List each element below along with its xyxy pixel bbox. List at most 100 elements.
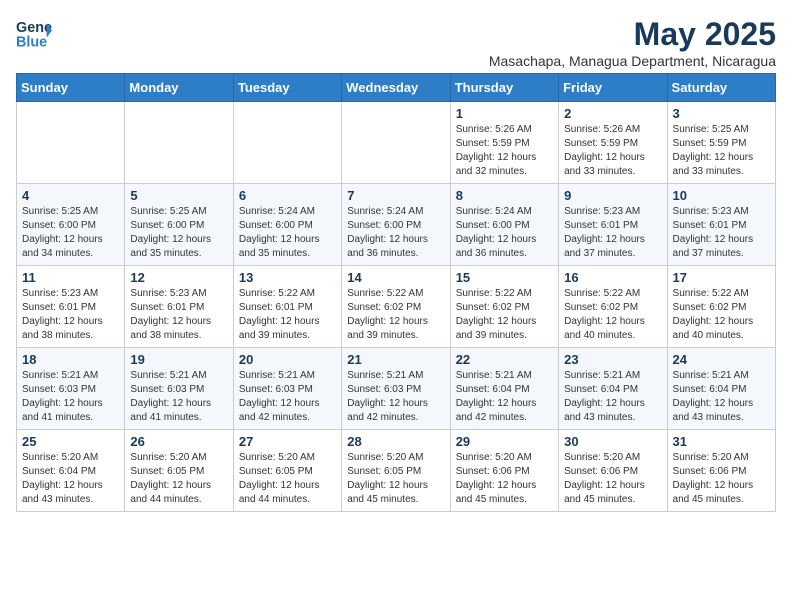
- day-info: Sunrise: 5:21 AM Sunset: 6:04 PM Dayligh…: [673, 369, 770, 425]
- calendar-cell: 16 Sunrise: 5:22 AM Sunset: 6:02 PM Dayli…: [559, 266, 667, 348]
- day-info: Sunrise: 5:21 AM Sunset: 6:03 PM Dayligh…: [347, 369, 444, 425]
- title-block: May 2025 Masachapa, Managua Department, …: [489, 16, 776, 69]
- day-number: 27: [239, 434, 336, 449]
- location-title: Masachapa, Managua Department, Nicaragua: [489, 53, 776, 69]
- week-row-3: 11Sunrise: 5:23 AM Sunset: 6:01 PM Dayli…: [17, 266, 776, 348]
- day-info: Sunrise: 5:21 AM Sunset: 6:03 PM Dayligh…: [239, 369, 336, 425]
- calendar-cell: 19 Sunrise: 5:21 AM Sunset: 6:03 PM Dayli…: [125, 348, 233, 430]
- weekday-header-friday: Friday: [559, 74, 667, 102]
- calendar-cell: 18Sunrise: 5:21 AM Sunset: 6:03 PM Dayli…: [17, 348, 125, 430]
- day-info: Sunrise: 5:25 AM Sunset: 5:59 PM Dayligh…: [673, 123, 770, 179]
- weekday-header-tuesday: Tuesday: [233, 74, 341, 102]
- day-number: 21: [347, 352, 444, 367]
- day-info: Sunrise: 5:24 AM Sunset: 6:00 PM Dayligh…: [239, 205, 336, 261]
- week-row-2: 4 Sunrise: 5:25 AM Sunset: 6:00 PM Daylig…: [17, 184, 776, 266]
- day-number: 19: [130, 352, 227, 367]
- day-info: Sunrise: 5:21 AM Sunset: 6:03 PM Dayligh…: [130, 369, 227, 425]
- calendar-cell: 21 Sunrise: 5:21 AM Sunset: 6:03 PM Dayli…: [342, 348, 450, 430]
- day-number: 4: [22, 188, 119, 203]
- day-number: 10: [673, 188, 770, 203]
- day-number: 6: [239, 188, 336, 203]
- day-number: 24: [673, 352, 770, 367]
- day-number: 12: [130, 270, 227, 285]
- day-number: 15: [456, 270, 553, 285]
- day-number: 18: [22, 352, 119, 367]
- day-number: 29: [456, 434, 553, 449]
- day-info: Sunrise: 5:22 AM Sunset: 6:02 PM Dayligh…: [564, 287, 661, 343]
- calendar-cell: 30 Sunrise: 5:20 AM Sunset: 6:06 PM Dayli…: [559, 430, 667, 512]
- calendar-cell: 15 Sunrise: 5:22 AM Sunset: 6:02 PM Dayli…: [450, 266, 558, 348]
- calendar-cell: 6 Sunrise: 5:24 AM Sunset: 6:00 PM Daylig…: [233, 184, 341, 266]
- week-row-1: 1Sunrise: 5:26 AM Sunset: 5:59 PM Daylig…: [17, 102, 776, 184]
- calendar-cell: 14 Sunrise: 5:22 AM Sunset: 6:02 PM Dayli…: [342, 266, 450, 348]
- day-info: Sunrise: 5:22 AM Sunset: 6:02 PM Dayligh…: [673, 287, 770, 343]
- calendar-cell: 11Sunrise: 5:23 AM Sunset: 6:01 PM Dayli…: [17, 266, 125, 348]
- weekday-header-wednesday: Wednesday: [342, 74, 450, 102]
- day-info: Sunrise: 5:25 AM Sunset: 6:00 PM Dayligh…: [130, 205, 227, 261]
- day-number: 8: [456, 188, 553, 203]
- calendar-cell: [125, 102, 233, 184]
- calendar-cell: 1Sunrise: 5:26 AM Sunset: 5:59 PM Daylig…: [450, 102, 558, 184]
- calendar-table: SundayMondayTuesdayWednesdayThursdayFrid…: [16, 73, 776, 512]
- calendar-cell: 4 Sunrise: 5:25 AM Sunset: 6:00 PM Daylig…: [17, 184, 125, 266]
- day-info: Sunrise: 5:20 AM Sunset: 6:05 PM Dayligh…: [347, 451, 444, 507]
- day-number: 2: [564, 106, 661, 121]
- day-number: 30: [564, 434, 661, 449]
- day-number: 14: [347, 270, 444, 285]
- calendar-cell: 24 Sunrise: 5:21 AM Sunset: 6:04 PM Dayli…: [667, 348, 775, 430]
- day-info: Sunrise: 5:20 AM Sunset: 6:06 PM Dayligh…: [673, 451, 770, 507]
- day-info: Sunrise: 5:24 AM Sunset: 6:00 PM Dayligh…: [347, 205, 444, 261]
- day-info: Sunrise: 5:23 AM Sunset: 6:01 PM Dayligh…: [564, 205, 661, 261]
- day-number: 7: [347, 188, 444, 203]
- calendar-cell: 28 Sunrise: 5:20 AM Sunset: 6:05 PM Dayli…: [342, 430, 450, 512]
- day-info: Sunrise: 5:25 AM Sunset: 6:00 PM Dayligh…: [22, 205, 119, 261]
- week-row-5: 25 Sunrise: 5:20 AM Sunset: 6:04 PM Dayli…: [17, 430, 776, 512]
- month-title: May 2025: [489, 16, 776, 53]
- week-row-4: 18 Sunrise: 5:21 AM Sunset: 6:03 PM Dayli…: [17, 348, 776, 430]
- day-info: Sunrise: 5:20 AM Sunset: 6:06 PM Dayligh…: [564, 451, 661, 507]
- calendar-cell: 31Sunrise: 5:20 AM Sunset: 6:06 PM Dayli…: [667, 430, 775, 512]
- calendar-cell: 23Sunrise: 5:21 AM Sunset: 6:04 PM Dayli…: [559, 348, 667, 430]
- day-info: Sunrise: 5:20 AM Sunset: 6:05 PM Dayligh…: [130, 451, 227, 507]
- day-info: Sunrise: 5:20 AM Sunset: 6:04 PM Dayligh…: [22, 451, 119, 507]
- day-info: Sunrise: 5:20 AM Sunset: 6:05 PM Dayligh…: [239, 451, 336, 507]
- calendar-cell: [342, 102, 450, 184]
- day-info: Sunrise: 5:23 AM Sunset: 6:01 PM Dayligh…: [673, 205, 770, 261]
- calendar-cell: 27 Sunrise: 5:20 AM Sunset: 6:05 PM Dayli…: [233, 430, 341, 512]
- calendar-cell: 22 Sunrise: 5:21 AM Sunset: 6:04 PM Dayli…: [450, 348, 558, 430]
- day-number: 17: [673, 270, 770, 285]
- day-number: 26: [130, 434, 227, 449]
- day-number: 16: [564, 270, 661, 285]
- calendar-cell: 13Sunrise: 5:22 AM Sunset: 6:01 PM Dayli…: [233, 266, 341, 348]
- svg-text:Blue: Blue: [16, 35, 47, 51]
- calendar-cell: 20 Sunrise: 5:21 AM Sunset: 6:03 PM Dayli…: [233, 348, 341, 430]
- day-info: Sunrise: 5:22 AM Sunset: 6:02 PM Dayligh…: [347, 287, 444, 343]
- day-info: Sunrise: 5:26 AM Sunset: 5:59 PM Dayligh…: [564, 123, 661, 179]
- calendar-cell: 8Sunrise: 5:24 AM Sunset: 6:00 PM Daylig…: [450, 184, 558, 266]
- day-number: 9: [564, 188, 661, 203]
- calendar-cell: 26 Sunrise: 5:20 AM Sunset: 6:05 PM Dayli…: [125, 430, 233, 512]
- day-number: 5: [130, 188, 227, 203]
- logo: General Blue: [16, 16, 52, 52]
- day-info: Sunrise: 5:22 AM Sunset: 6:02 PM Dayligh…: [456, 287, 553, 343]
- day-info: Sunrise: 5:23 AM Sunset: 6:01 PM Dayligh…: [130, 287, 227, 343]
- day-number: 25: [22, 434, 119, 449]
- day-number: 22: [456, 352, 553, 367]
- weekday-header-monday: Monday: [125, 74, 233, 102]
- day-info: Sunrise: 5:23 AM Sunset: 6:01 PM Dayligh…: [22, 287, 119, 343]
- day-info: Sunrise: 5:21 AM Sunset: 6:04 PM Dayligh…: [456, 369, 553, 425]
- calendar-cell: 3Sunrise: 5:25 AM Sunset: 5:59 PM Daylig…: [667, 102, 775, 184]
- calendar-cell: 7 Sunrise: 5:24 AM Sunset: 6:00 PM Daylig…: [342, 184, 450, 266]
- day-number: 23: [564, 352, 661, 367]
- calendar-cell: 5 Sunrise: 5:25 AM Sunset: 6:00 PM Daylig…: [125, 184, 233, 266]
- weekday-header-thursday: Thursday: [450, 74, 558, 102]
- calendar-cell: 9 Sunrise: 5:23 AM Sunset: 6:01 PM Daylig…: [559, 184, 667, 266]
- calendar-cell: 25 Sunrise: 5:20 AM Sunset: 6:04 PM Dayli…: [17, 430, 125, 512]
- calendar-cell: 2 Sunrise: 5:26 AM Sunset: 5:59 PM Daylig…: [559, 102, 667, 184]
- weekday-header-saturday: Saturday: [667, 74, 775, 102]
- day-number: 20: [239, 352, 336, 367]
- calendar-cell: 10 Sunrise: 5:23 AM Sunset: 6:01 PM Dayli…: [667, 184, 775, 266]
- weekday-header-row: SundayMondayTuesdayWednesdayThursdayFrid…: [17, 74, 776, 102]
- day-number: 28: [347, 434, 444, 449]
- calendar-cell: 12 Sunrise: 5:23 AM Sunset: 6:01 PM Dayli…: [125, 266, 233, 348]
